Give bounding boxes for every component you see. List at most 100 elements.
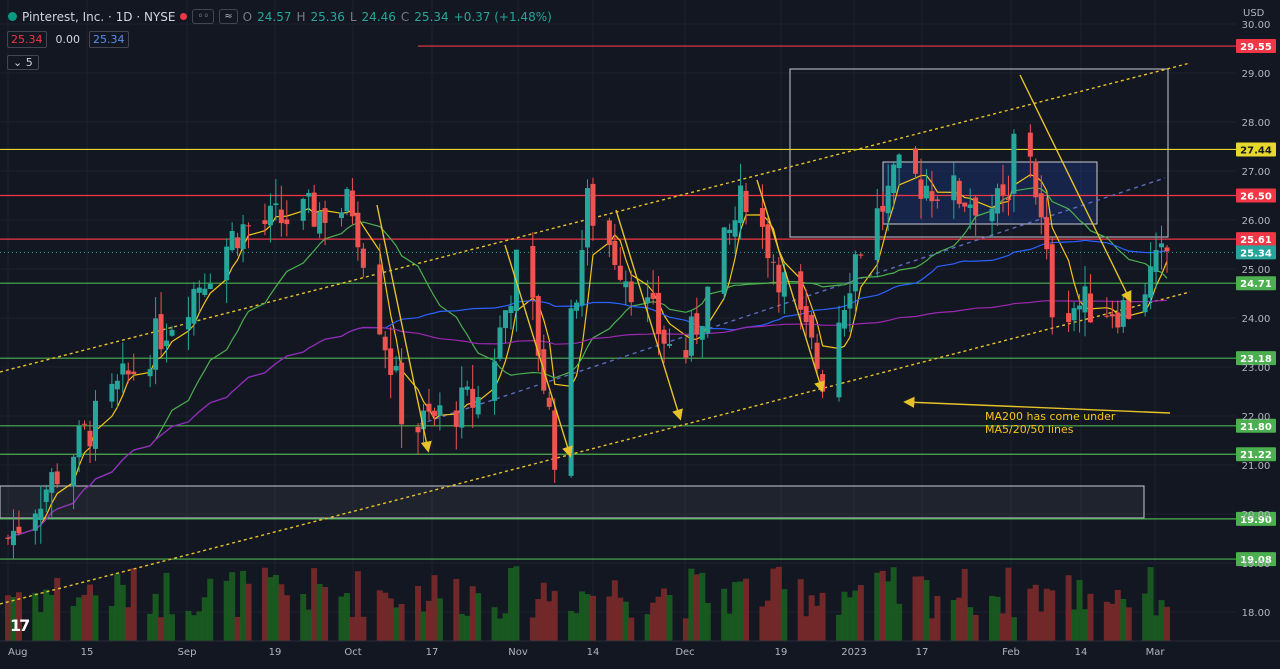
candle-body	[1000, 184, 1006, 196]
candle-body	[464, 386, 470, 390]
candle-body	[579, 249, 585, 306]
candle-body	[803, 306, 809, 323]
candle-body	[885, 185, 891, 214]
candle-body	[656, 292, 662, 334]
volume-bar	[928, 618, 935, 641]
volume-bar	[972, 614, 979, 641]
volume-bar	[207, 578, 214, 641]
candle-body	[393, 365, 399, 371]
candle-body	[765, 224, 771, 259]
volume-bar	[759, 606, 766, 641]
volume-bar	[1109, 603, 1116, 641]
candle-body	[360, 248, 366, 268]
volume-bar	[1153, 615, 1160, 641]
candle-body	[1164, 247, 1170, 252]
volume-bar	[797, 579, 804, 641]
visibility-toggle-icon[interactable]: ◦◦	[192, 9, 215, 24]
candle-body	[628, 281, 634, 303]
arrow-line	[615, 209, 683, 421]
volume-bar	[1120, 598, 1127, 641]
candle-body	[158, 314, 164, 350]
candle-body	[114, 380, 120, 390]
candle-body	[1071, 308, 1077, 321]
candle-body	[929, 191, 935, 202]
volume-bar	[803, 616, 810, 641]
volume-bar	[1087, 593, 1094, 641]
volume-bar	[956, 597, 963, 641]
candle-body	[841, 310, 847, 329]
volume-bar	[846, 597, 853, 641]
candle-body	[574, 302, 580, 311]
candle-body	[1027, 132, 1033, 157]
candle-body	[612, 240, 618, 265]
candle-body	[956, 180, 962, 204]
candle-body	[415, 426, 421, 433]
candle-body	[967, 204, 973, 208]
volume-bar	[513, 566, 520, 641]
candle-body	[645, 297, 651, 304]
volume-bar	[322, 587, 329, 641]
volume-bar	[743, 578, 750, 641]
volume-bar	[879, 570, 886, 641]
market-status-icon	[8, 12, 17, 21]
volume-bar	[240, 570, 247, 641]
candle-body	[273, 203, 279, 206]
volume-bar	[1049, 590, 1056, 641]
candle-body	[683, 350, 689, 358]
candle-body	[1159, 243, 1165, 248]
candle-body	[43, 489, 49, 502]
candle-body	[317, 211, 323, 234]
candle-body	[87, 430, 93, 447]
symbol-title[interactable]: Pinterest, Inc. · 1D · NYSE	[22, 10, 175, 24]
candle-body	[1082, 286, 1088, 313]
candle-body	[185, 317, 191, 330]
sub-indicator[interactable]: ⌄ 5	[7, 55, 39, 70]
candle-body	[131, 371, 137, 375]
volume-bar	[1164, 606, 1170, 641]
candle-body	[16, 526, 22, 534]
volume-bar	[349, 617, 356, 641]
volume-bar	[354, 571, 361, 641]
indicator-values: 25.34 0.00 25.34	[7, 31, 129, 48]
candle-body	[38, 508, 44, 521]
candle-body	[169, 329, 175, 336]
volume-bar	[382, 592, 389, 641]
volume-bar	[699, 572, 706, 641]
volume-bar	[1158, 600, 1165, 641]
volume-bar	[584, 594, 591, 641]
candle-body	[727, 229, 733, 234]
volume-bar	[890, 567, 897, 641]
volume-bar	[469, 586, 476, 641]
volume-bar	[721, 588, 728, 641]
candle-body	[92, 400, 98, 449]
candle-body	[49, 472, 55, 493]
volume-bar	[737, 581, 744, 641]
volume-bar	[32, 592, 39, 641]
candlestick-chart[interactable]: 29.55 27.44 26.50 25.61 24.71 23.18 21.80 21.22…	[0, 0, 1280, 665]
y-tick-label: 21.00	[1242, 461, 1271, 472]
volume-bar	[196, 611, 203, 641]
candle-body	[1109, 314, 1115, 317]
volume-bar	[1043, 588, 1050, 641]
chart-svg[interactable]: 29.5527.4426.5025.6124.7123.1821.8021.22…	[0, 0, 1280, 665]
volume-bar	[606, 596, 613, 641]
volume-bar	[704, 603, 711, 641]
volume-bar	[158, 617, 165, 641]
high-value: 25.36	[310, 9, 345, 24]
arrow-line	[504, 244, 573, 458]
compare-icon[interactable]: ≈	[219, 9, 238, 24]
candle-body	[284, 219, 290, 225]
volume-bar	[1147, 567, 1154, 641]
candle-body	[306, 193, 312, 197]
volume-bar	[917, 576, 924, 641]
volume-bar	[436, 598, 443, 641]
support-zone-box	[0, 485, 1145, 519]
volume-bar	[185, 610, 192, 641]
volume-bar	[398, 604, 405, 641]
sub-indicator-value: 5	[25, 56, 33, 69]
volume-bar	[568, 610, 575, 641]
price-level-label: 24.71	[1240, 279, 1272, 290]
candle-body	[508, 306, 514, 314]
candle-body	[585, 188, 590, 248]
x-tick-label: 14	[1075, 647, 1088, 658]
